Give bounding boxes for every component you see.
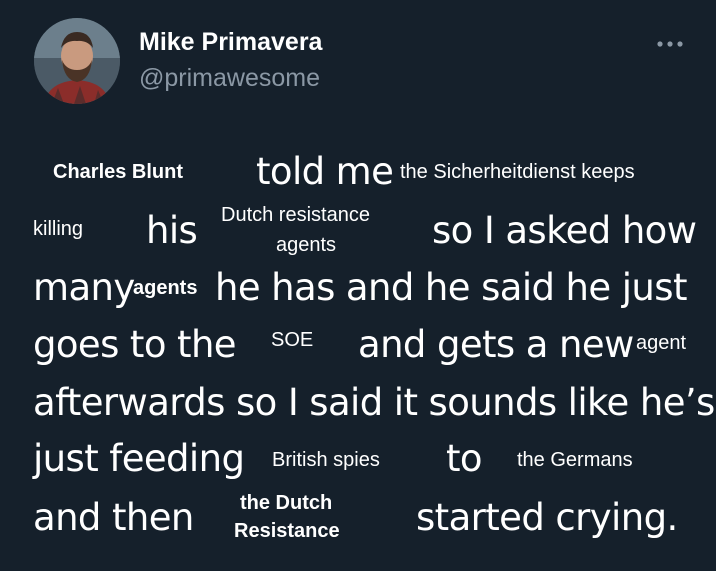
tweet-word: started crying.: [416, 496, 678, 539]
tweet-word: and gets a new: [358, 323, 634, 366]
author-handle[interactable]: @primawesome: [139, 64, 320, 93]
tweet-word: agents: [276, 234, 337, 256]
tweet-word: many: [33, 266, 135, 309]
tweet-word: Charles Blunt: [53, 161, 184, 183]
tweet-word: the Dutch: [240, 492, 333, 514]
tweet-word: to: [446, 437, 483, 480]
tweet-word: the Sicherheitdienst keeps: [400, 161, 635, 183]
tweet-word: afterwards so I said it sounds like he’s: [33, 381, 715, 424]
tweet-word: agent: [636, 332, 687, 354]
tweet-word: told me: [256, 150, 394, 193]
tweet-word: goes to the: [33, 323, 237, 366]
tweet-word: and then: [33, 496, 194, 539]
tweet-word: killing: [33, 218, 84, 240]
tweet-word: the Germans: [517, 449, 633, 471]
tweet-word: his: [146, 209, 198, 252]
avatar[interactable]: [34, 18, 120, 104]
avatar-image: [34, 18, 120, 104]
tweet-word: he has and he said he just: [215, 266, 687, 309]
tweet-word: agents: [133, 277, 198, 299]
tweet-word: British spies: [272, 449, 380, 471]
more-options-icon[interactable]: [652, 32, 688, 56]
author-name[interactable]: Mike Primavera: [139, 28, 322, 57]
tweet-word: Resistance: [234, 520, 340, 542]
tweet-word: SOE: [271, 329, 314, 351]
tweet-word: just feeding: [33, 437, 245, 480]
tweet-word: so I asked how: [432, 209, 697, 252]
tweet-word: Dutch resistance: [221, 204, 370, 226]
